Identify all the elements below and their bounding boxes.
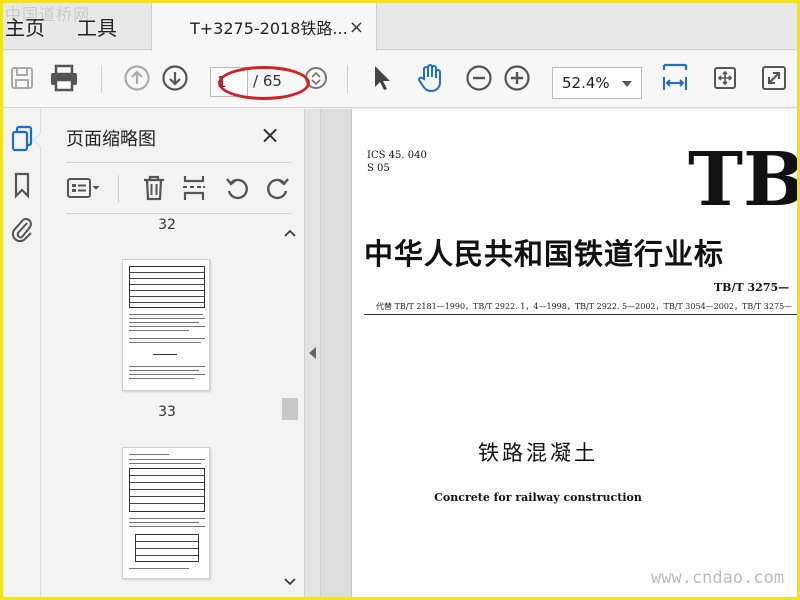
bookmark-icon[interactable] — [7, 169, 37, 201]
toolbar: / 65 52.4% — [3, 51, 797, 108]
zoom-select[interactable]: 52.4% — [552, 67, 642, 99]
full-screen-icon[interactable] — [757, 61, 791, 95]
delete-icon[interactable] — [136, 171, 172, 205]
fit-width-icon[interactable] — [658, 61, 692, 95]
standard-number: TB/T 3275— — [714, 281, 790, 294]
scroll-up-icon[interactable] — [281, 224, 299, 242]
navigation-rail — [3, 109, 41, 597]
divider — [66, 213, 292, 214]
zoom-value: 52.4% — [562, 74, 610, 92]
next-page-icon[interactable] — [158, 61, 192, 95]
panel-title: 页面缩略图 — [66, 129, 156, 150]
attachment-icon[interactable] — [7, 213, 37, 245]
scrollbar-thumb[interactable] — [282, 398, 298, 420]
rotate-right-icon[interactable] — [260, 171, 296, 205]
tab-home[interactable]: 主页 — [5, 3, 45, 50]
zoom-out-icon[interactable] — [462, 61, 496, 95]
ics-code: ICS 45. 040 S 05 — [367, 149, 427, 175]
document-page: ICS 45. 040 S 05 TB 中华人民共和国铁道行业标 TB/T 32… — [351, 109, 797, 597]
collapse-panel-icon[interactable] — [309, 347, 316, 359]
split-page-icon[interactable] — [176, 171, 212, 205]
divider — [364, 314, 797, 315]
scroll-down-icon[interactable] — [281, 573, 299, 591]
thumbnail-scrollbar[interactable] — [281, 224, 299, 591]
select-cursor-icon[interactable] — [365, 61, 399, 95]
panel-splitter[interactable] — [304, 109, 321, 597]
options-menu-icon[interactable] — [66, 171, 102, 205]
page-thumbnail[interactable] — [122, 447, 210, 579]
previous-page-icon[interactable] — [120, 61, 154, 95]
panel-close-button[interactable]: × — [260, 121, 280, 149]
thumbnail-panel: 页面缩略图 × 32 33 — [42, 109, 304, 597]
divider — [66, 162, 292, 163]
document-title-cn: 铁路混凝土 — [478, 441, 598, 465]
page-thumbnail[interactable] — [122, 259, 210, 391]
rotate-view-icon[interactable] — [708, 61, 742, 95]
print-icon[interactable] — [47, 61, 81, 95]
document-title-en: Concrete for railway construction — [434, 491, 642, 504]
tab-document-label: T+3275-2018铁路... — [190, 19, 348, 38]
category-code: S 05 — [367, 163, 390, 174]
save-icon[interactable] — [5, 61, 39, 95]
thumbnail-label: 33 — [158, 404, 176, 420]
rotate-left-icon[interactable] — [219, 171, 255, 205]
replaces-text: 代替 TB/T 2181—1990，TB/T 2922. 1，4—1998，TB… — [376, 302, 793, 311]
zoom-in-icon[interactable] — [500, 61, 534, 95]
chevron-down-icon — [622, 81, 632, 87]
app-window: 中国道桥网 主页 工具 T+3275-2018铁路... × / 65 — [3, 3, 797, 597]
ics-number: ICS 45. 040 — [367, 150, 427, 161]
thumbnail-label: 32 — [158, 217, 176, 233]
thumbnail-list: 32 33 — [42, 215, 282, 597]
hand-tool-icon[interactable] — [413, 61, 447, 95]
standard-title: 中华人民共和国铁道行业标 — [364, 237, 725, 271]
tab-document[interactable]: T+3275-2018铁路... × — [151, 3, 377, 51]
watermark-bottom: www.cndao.com — [651, 568, 785, 588]
document-view[interactable]: ICS 45. 040 S 05 TB 中华人民共和国铁道行业标 TB/T 32… — [321, 109, 797, 597]
standard-logo: TB — [688, 137, 797, 223]
tab-close-button[interactable]: × — [349, 17, 364, 38]
tab-bar: 中国道桥网 主页 工具 T+3275-2018铁路... × — [3, 3, 797, 51]
annotation-circle — [218, 66, 310, 100]
tab-tools[interactable]: 工具 — [77, 3, 117, 50]
